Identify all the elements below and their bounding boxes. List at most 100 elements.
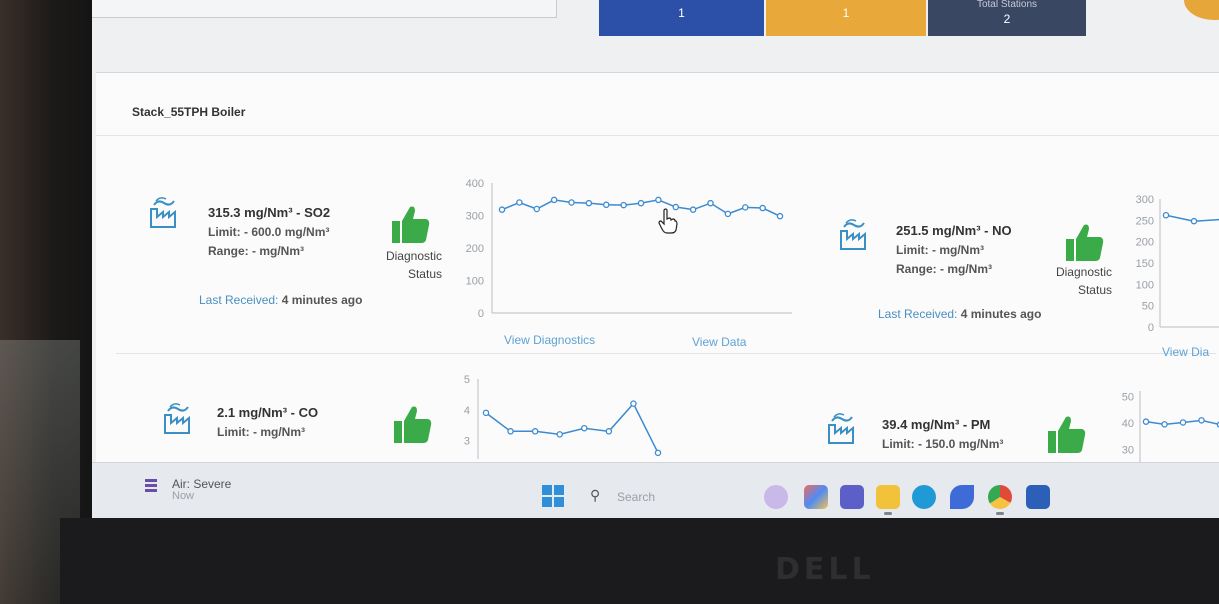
stat-box-total-stations[interactable]: Total Stations 2 [928, 0, 1086, 36]
running-indicator [884, 512, 892, 515]
y-tick-label: 150 [1136, 258, 1154, 270]
y-tick-label: 200 [466, 243, 484, 255]
thumbs-up-icon [394, 406, 432, 443]
no-range: Range: - mg/Nm³ [896, 262, 992, 276]
pm-limit: Limit: - 150.0 mg/Nm³ [882, 437, 1004, 451]
dell-logo: DELL [775, 552, 875, 587]
so2-range: Range: - mg/Nm³ [208, 244, 304, 258]
y-tick-label: 50 [1142, 301, 1154, 313]
so2-reading: 315.3 mg/Nm³ - SO2 [208, 205, 331, 220]
data-point [581, 424, 588, 432]
data-point [1179, 419, 1187, 426]
taskbar-search[interactable]: Search [617, 490, 655, 504]
laptop-bottom-bezel [60, 518, 1219, 604]
data-point [1162, 211, 1170, 219]
windows-start-icon[interactable] [542, 485, 564, 507]
diagnostic-status-label: Diagnostic Status [372, 247, 442, 283]
data-point [637, 199, 645, 207]
co-chart: 5 4 3 [464, 374, 662, 459]
data-point [759, 204, 766, 212]
status-label: Status [1077, 283, 1112, 297]
app-icon-word[interactable] [1026, 485, 1050, 509]
weather-subtitle: Now [172, 490, 195, 502]
data-point [507, 428, 514, 435]
running-indicator [996, 512, 1004, 515]
factory-icon [840, 219, 866, 250]
y-tick-label: 250 [1136, 215, 1154, 227]
last-received-value: 4 minutes ago [281, 293, 363, 307]
thumbs-up-icon [1048, 416, 1086, 453]
pm-reading: 39.4 mg/Nm³ - PM [882, 417, 991, 432]
co-limit: Limit: - mg/Nm³ [217, 425, 305, 439]
diagnostic-status-label: Diagnostic Status [1042, 263, 1112, 299]
y-tick-label: 400 [466, 178, 484, 190]
app-icon-edge[interactable] [912, 485, 936, 509]
stat-value: 1 [842, 6, 850, 20]
data-point [630, 400, 637, 407]
panel-title: Stack_55TPH Boiler [132, 105, 246, 119]
factory-icon [828, 413, 854, 444]
app-icon-file-explorer[interactable] [876, 485, 900, 509]
data-point [498, 206, 506, 213]
no-chart: 300 250 200 150 100 50 0 [1136, 194, 1219, 334]
y-tick-label: 0 [478, 308, 484, 320]
view-diagnostics-link[interactable]: View Diagnostics [504, 333, 595, 347]
data-point [1198, 417, 1205, 424]
no-reading: 251.5 mg/Nm³ - NO [896, 223, 1012, 238]
last-received-label: Last Received: [878, 307, 958, 321]
screen: 1 1 Total Stations 2 Stack_55TPH Boiler … [92, 0, 1219, 518]
divider [116, 353, 1216, 354]
so2-limit: Limit: - 600.0 mg/Nm³ [208, 225, 330, 239]
stat-value: 1 [678, 6, 685, 20]
data-point [689, 206, 697, 213]
last-received-value: 4 minutes ago [960, 307, 1042, 321]
data-point [1190, 217, 1198, 225]
so2-last-received: Last Received: 4 minutes ago [199, 293, 362, 307]
data-point [533, 205, 541, 213]
y-tick-label: 5 [464, 374, 470, 386]
data-point [724, 210, 732, 218]
so2-chart: 400 300 200 100 0 [466, 178, 792, 320]
data-point [482, 409, 490, 417]
status-label: Status [407, 267, 442, 281]
app-icon-copilot[interactable] [804, 485, 828, 509]
y-tick-label: 300 [1136, 194, 1154, 206]
station-panel: Stack_55TPH Boiler 315.3 mg/Nm³ - SO2 Li… [96, 72, 1219, 472]
y-tick-label: 30 [1122, 445, 1134, 457]
data-point [605, 428, 613, 435]
stat-box-2[interactable]: 1 [766, 0, 926, 36]
view-data-link[interactable]: View Data [692, 335, 746, 349]
data-point [654, 449, 662, 457]
top-filter-bar [92, 0, 557, 18]
data-point [602, 201, 610, 209]
data-point [1142, 418, 1150, 425]
last-received-label: Last Received: [199, 293, 279, 307]
data-point [707, 199, 714, 207]
data-point [531, 428, 539, 435]
y-tick-label: 100 [466, 276, 484, 288]
data-point [741, 204, 749, 211]
app-icon-terminal[interactable] [950, 485, 974, 509]
app-icon-chrome[interactable] [988, 485, 1012, 509]
data-point [556, 431, 563, 438]
windows-taskbar: Air: Severe Now ⚲ Search [92, 462, 1219, 518]
view-diagnostics-link[interactable]: View Dia [1162, 345, 1209, 359]
no-limit: Limit: - mg/Nm³ [896, 243, 984, 257]
diagnostic-label: Diagnostic [1055, 265, 1112, 279]
app-icon-browser[interactable] [764, 485, 788, 509]
app-icon-teams[interactable] [840, 485, 864, 509]
data-point [620, 201, 627, 209]
search-icon[interactable]: ⚲ [590, 487, 600, 504]
stat-box-1[interactable]: 1 [599, 0, 764, 36]
weather-title[interactable]: Air: Severe [172, 477, 231, 491]
data-point [516, 199, 523, 206]
data-point [568, 199, 575, 206]
air-quality-icon[interactable] [144, 477, 158, 497]
co-reading: 2.1 mg/Nm³ - CO [217, 405, 319, 420]
diagnostic-label: Diagnostic [385, 249, 442, 263]
y-tick-label: 200 [1136, 237, 1154, 249]
y-tick-label: 300 [466, 211, 484, 223]
data-point [776, 212, 784, 220]
y-tick-label: 100 [1136, 279, 1154, 291]
thumbs-up-icon [392, 206, 430, 243]
